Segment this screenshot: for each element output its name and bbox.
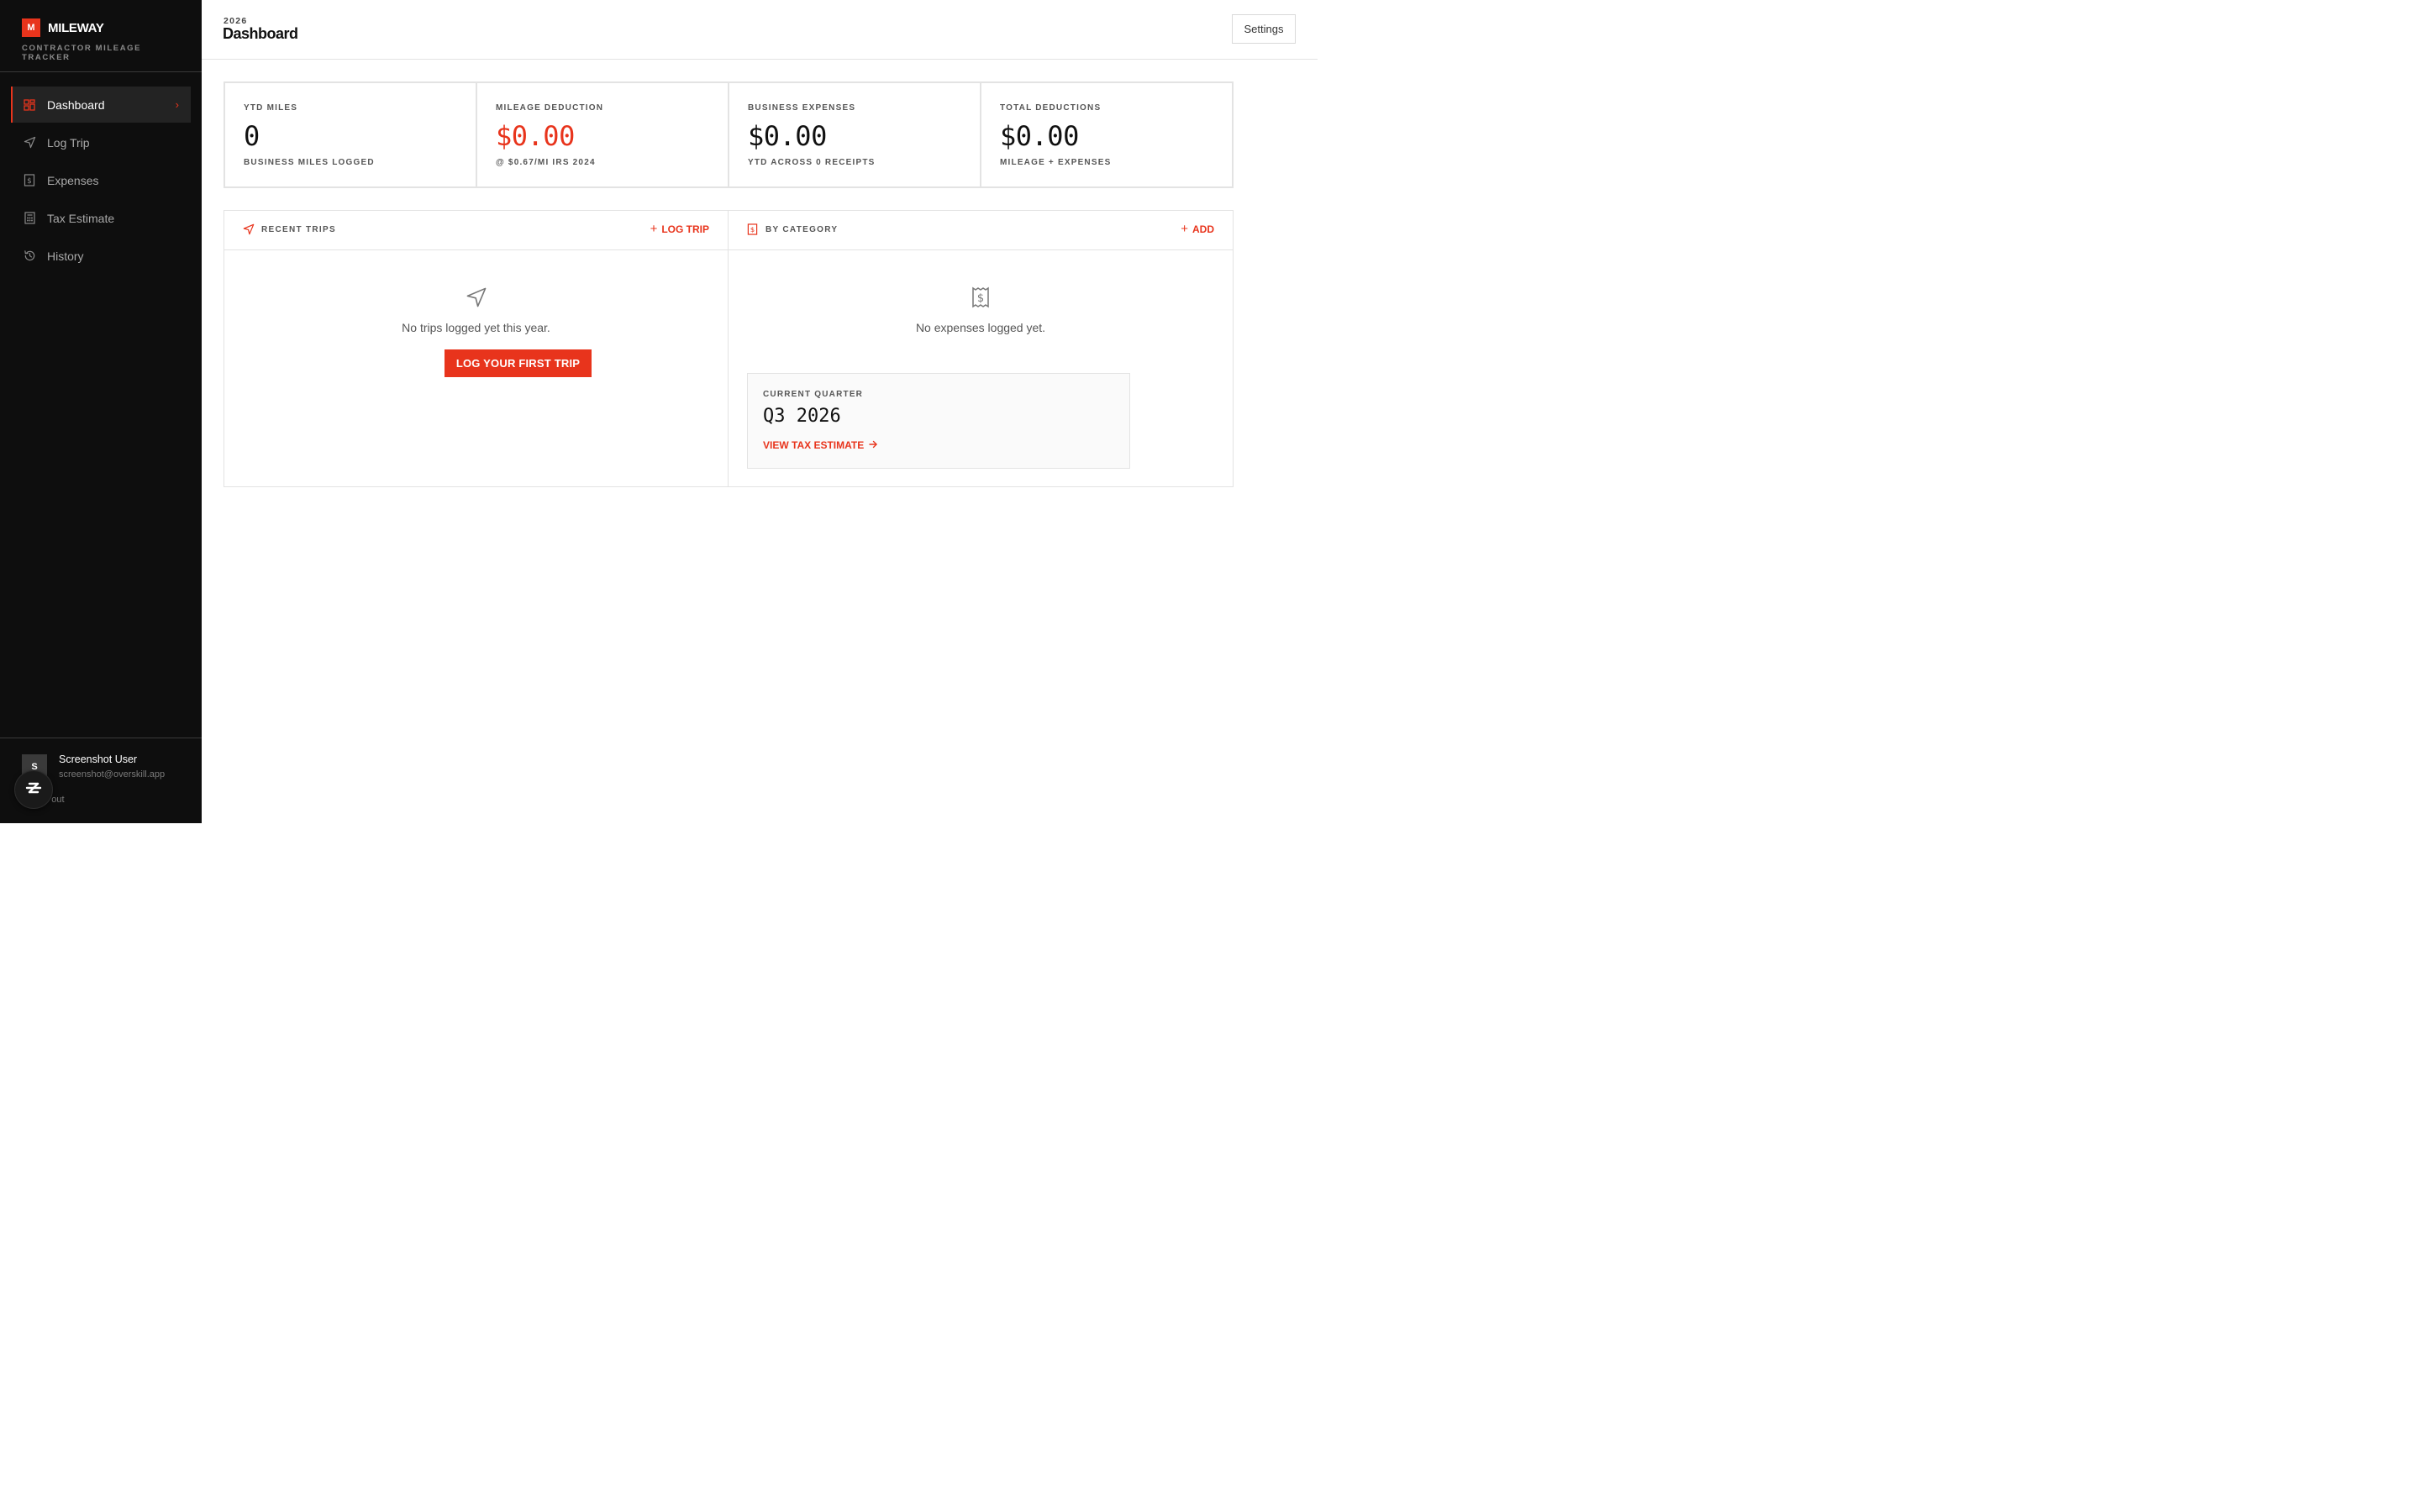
sidebar-item-expenses[interactable]: $ Expenses	[11, 162, 191, 198]
panel-header: $ BY CATEGORY + ADD	[729, 211, 1233, 250]
page-header: 2026 Dashboard Settings	[202, 0, 1318, 60]
stat-total-deductions: TOTAL DEDUCTIONS $0.00 MILEAGE + EXPENSE…	[981, 83, 1232, 186]
sidebar-item-label: History	[47, 249, 84, 263]
view-tax-estimate-label: VIEW TAX ESTIMATE	[763, 439, 865, 451]
panel-title: RECENT TRIPS	[261, 225, 336, 234]
plus-icon: +	[1181, 222, 1188, 236]
brand: M MILEWAY CONTRACTOR MILEAGE TRACKER	[0, 0, 202, 72]
add-expense-link[interactable]: + ADD	[1181, 223, 1214, 235]
panel-header: RECENT TRIPS + LOG TRIP	[224, 211, 728, 250]
app-badge-icon	[24, 780, 43, 800]
sidebar: M MILEWAY CONTRACTOR MILEAGE TRACKER Das…	[0, 0, 202, 823]
navigation-arrow-icon	[243, 223, 255, 239]
floating-action-button[interactable]	[14, 770, 53, 809]
sidebar-item-label: Tax Estimate	[47, 211, 115, 225]
chevron-right-icon: ›	[175, 98, 179, 111]
plus-icon: +	[650, 222, 658, 236]
empty-state-text: No trips logged yet this year.	[402, 321, 550, 334]
stat-label: BUSINESS EXPENSES	[748, 103, 856, 113]
svg-text:$: $	[977, 292, 984, 305]
user-name: Screenshot User	[59, 753, 138, 765]
svg-text:$: $	[750, 225, 755, 234]
sidebar-item-history[interactable]: History	[11, 238, 191, 274]
log-trip-link[interactable]: + LOG TRIP	[650, 223, 709, 235]
stat-subtext: @ $0.67/MI IRS 2024	[496, 158, 596, 167]
stat-label: YTD MILES	[244, 103, 298, 113]
log-trip-label: LOG TRIP	[661, 223, 709, 235]
quarter-label: CURRENT QUARTER	[763, 390, 864, 399]
stat-value: $0.00	[496, 120, 575, 152]
recent-trips-panel: RECENT TRIPS + LOG TRIP No trips logged …	[224, 211, 729, 486]
brand-logo: M	[22, 18, 40, 37]
stat-subtext: MILEAGE + EXPENSES	[1000, 158, 1112, 167]
sidebar-item-label: Log Trip	[47, 135, 90, 150]
settings-button[interactable]: Settings	[1232, 14, 1296, 44]
panel-title: BY CATEGORY	[765, 225, 839, 234]
empty-state-text: No expenses logged yet.	[915, 321, 1046, 334]
stat-subtext: BUSINESS MILES LOGGED	[244, 158, 375, 167]
sidebar-item-log-trip[interactable]: Log Trip	[11, 124, 191, 160]
stat-subtext: YTD ACROSS 0 RECEIPTS	[748, 158, 876, 167]
by-category-panel: $ BY CATEGORY + ADD $ No expenses logged…	[729, 211, 1233, 486]
stat-business-expenses: BUSINESS EXPENSES $0.00 YTD ACROSS 0 REC…	[729, 83, 981, 186]
view-tax-estimate-link[interactable]: VIEW TAX ESTIMATE	[763, 439, 878, 451]
sidebar-item-dashboard[interactable]: Dashboard ›	[11, 87, 191, 123]
navigation-arrow-icon	[466, 286, 487, 312]
stats-row: YTD MILES 0 BUSINESS MILES LOGGED MILEAG…	[224, 81, 1234, 188]
sidebar-item-tax-estimate[interactable]: Tax Estimate	[11, 200, 191, 236]
current-quarter-card: CURRENT QUARTER Q3 2026 VIEW TAX ESTIMAT…	[747, 373, 1130, 469]
user-email: screenshot@overskill.app	[59, 769, 166, 780]
dashboard-grid-icon	[23, 98, 36, 112]
stat-label: MILEAGE DEDUCTION	[496, 103, 604, 113]
sidebar-item-label: Expenses	[47, 173, 99, 187]
stat-mileage-deduction: MILEAGE DEDUCTION $0.00 @ $0.67/MI IRS 2…	[477, 83, 729, 186]
navigation-arrow-icon	[23, 136, 36, 150]
stat-ytd-miles: YTD MILES 0 BUSINESS MILES LOGGED	[225, 83, 477, 186]
panels-row: RECENT TRIPS + LOG TRIP No trips logged …	[224, 210, 1234, 487]
sidebar-item-label: Dashboard	[47, 97, 105, 112]
stat-value: 0	[244, 120, 260, 152]
stat-value: $0.00	[1000, 120, 1079, 152]
receipt-icon: $	[747, 223, 758, 239]
brand-name: MILEWAY	[48, 20, 104, 35]
history-icon	[23, 249, 36, 263]
arrow-right-icon	[869, 439, 878, 451]
svg-text:$: $	[27, 177, 32, 186]
receipt-icon: $	[971, 286, 990, 312]
stat-value: $0.00	[748, 120, 827, 152]
brand-tagline: CONTRACTOR MILEAGE TRACKER	[22, 44, 142, 62]
user-panel: S Screenshot User screenshot@overskill.a…	[0, 738, 202, 823]
quarter-value: Q3 2026	[763, 406, 841, 427]
page-title: Dashboard	[223, 25, 298, 42]
log-first-trip-button[interactable]: LOG YOUR FIRST TRIP	[445, 349, 592, 377]
receipt-icon: $	[23, 174, 36, 187]
stat-label: TOTAL DEDUCTIONS	[1000, 103, 1102, 113]
add-label: ADD	[1192, 223, 1214, 235]
calculator-icon	[23, 212, 36, 225]
sidebar-nav: Dashboard › Log Trip $ Expenses Tax Esti…	[0, 72, 202, 274]
